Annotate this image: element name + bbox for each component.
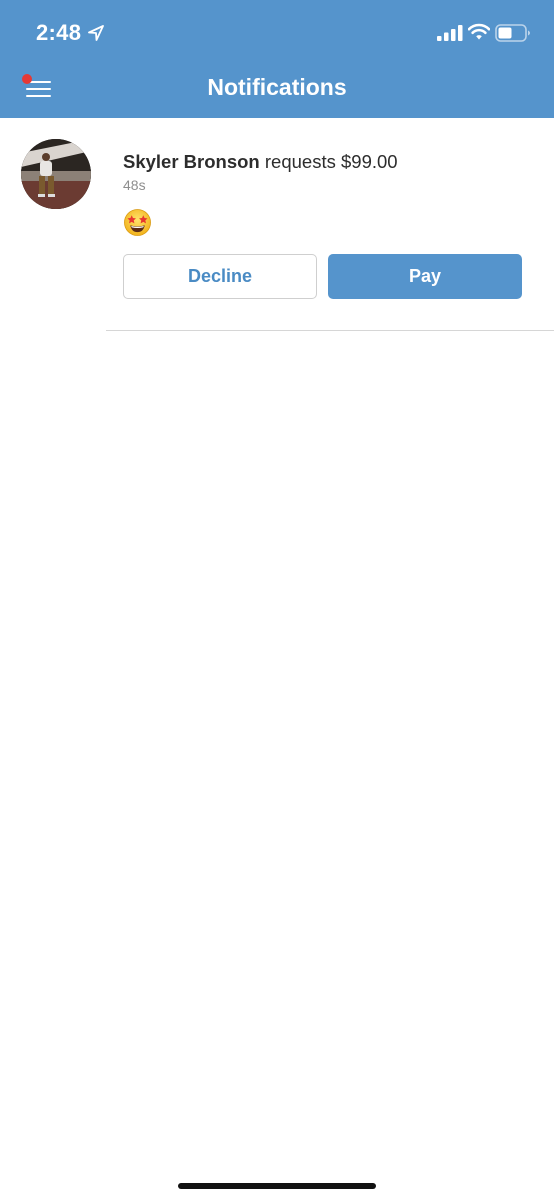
pay-button[interactable]: Pay <box>328 254 522 299</box>
request-description: requests $99.00 <box>259 151 398 172</box>
requester-name[interactable]: Skyler Bronson <box>123 151 260 172</box>
divider <box>106 330 554 331</box>
notifications-screen: 2:48 Notifications Skyler Bronson reques… <box>0 0 554 1200</box>
wifi-icon <box>468 23 490 40</box>
notification-item: Skyler Bronson requests $99.00 48s Decli… <box>0 118 554 332</box>
home-indicator[interactable] <box>178 1183 376 1189</box>
star-struck-emoji-icon <box>124 209 151 236</box>
cellular-signal-icon <box>437 25 463 41</box>
avatar[interactable] <box>21 139 91 209</box>
notification-message: Skyler Bronson requests $99.00 <box>123 151 398 173</box>
battery-icon <box>495 24 530 42</box>
app-header: 2:48 Notifications <box>0 0 554 118</box>
decline-button[interactable]: Decline <box>123 254 317 299</box>
status-time: 2:48 <box>36 20 82 45</box>
notification-timestamp: 48s <box>123 177 146 193</box>
avatar-photo <box>21 139 91 209</box>
page-title: Notifications <box>207 74 347 100</box>
location-arrow-icon <box>88 25 104 41</box>
